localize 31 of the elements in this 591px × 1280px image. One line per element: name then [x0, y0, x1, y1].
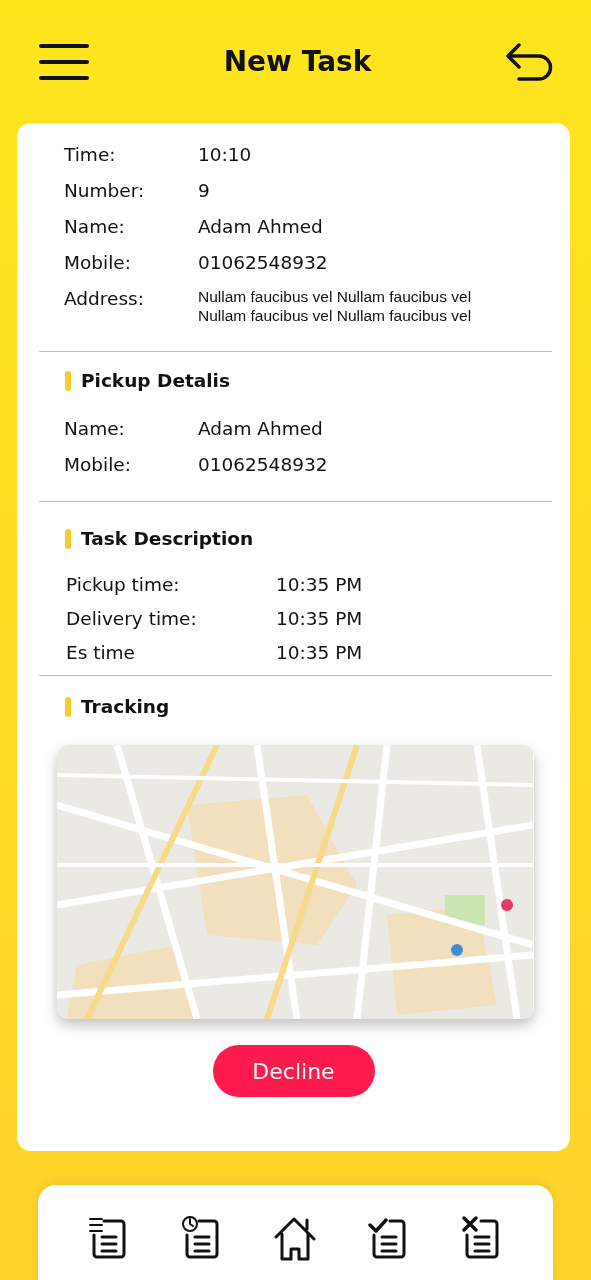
section-title: Tracking — [81, 696, 170, 717]
field-label: Address: — [64, 287, 145, 311]
menu-icon[interactable] — [38, 42, 90, 81]
field-value: Adam Ahmed — [198, 215, 323, 239]
decline-button[interactable]: Decline — [212, 1045, 375, 1097]
field-label: Es time — [66, 641, 136, 665]
field-value: Adam Ahmed — [198, 417, 323, 441]
field-label: Time: — [64, 143, 117, 167]
field-value: 01062548932 — [198, 251, 328, 275]
back-icon[interactable] — [505, 41, 553, 82]
field-value: 01062548932 — [198, 453, 328, 477]
field-label: Number: — [64, 179, 146, 203]
screen-title: New Task — [223, 45, 372, 78]
field-label: Delivery time: — [66, 607, 198, 631]
section-marker — [65, 370, 71, 391]
field-value: 9 — [198, 179, 210, 203]
field-label: Name: — [64, 215, 126, 239]
section-marker — [65, 696, 71, 717]
field-value: 10:35 PM — [276, 607, 363, 631]
field-value: 10:10 — [198, 143, 252, 167]
field-value: 10:35 PM — [276, 641, 363, 665]
field-label: Name: — [64, 417, 126, 441]
field-value: Nullam faucibus vel Nullam faucibus vel Nullam faucibus vel Nullam faucibus vel — [198, 287, 473, 325]
home-icon[interactable] — [274, 1215, 317, 1263]
field-value: 10:35 PM — [276, 573, 363, 597]
section-title: Pickup Detalis — [81, 370, 230, 391]
field-label: Mobile: — [64, 251, 132, 275]
field-label: Pickup time: — [66, 573, 181, 597]
section-title: Task Description — [81, 528, 254, 549]
field-label: Mobile: — [64, 453, 132, 477]
section-marker — [65, 528, 71, 549]
